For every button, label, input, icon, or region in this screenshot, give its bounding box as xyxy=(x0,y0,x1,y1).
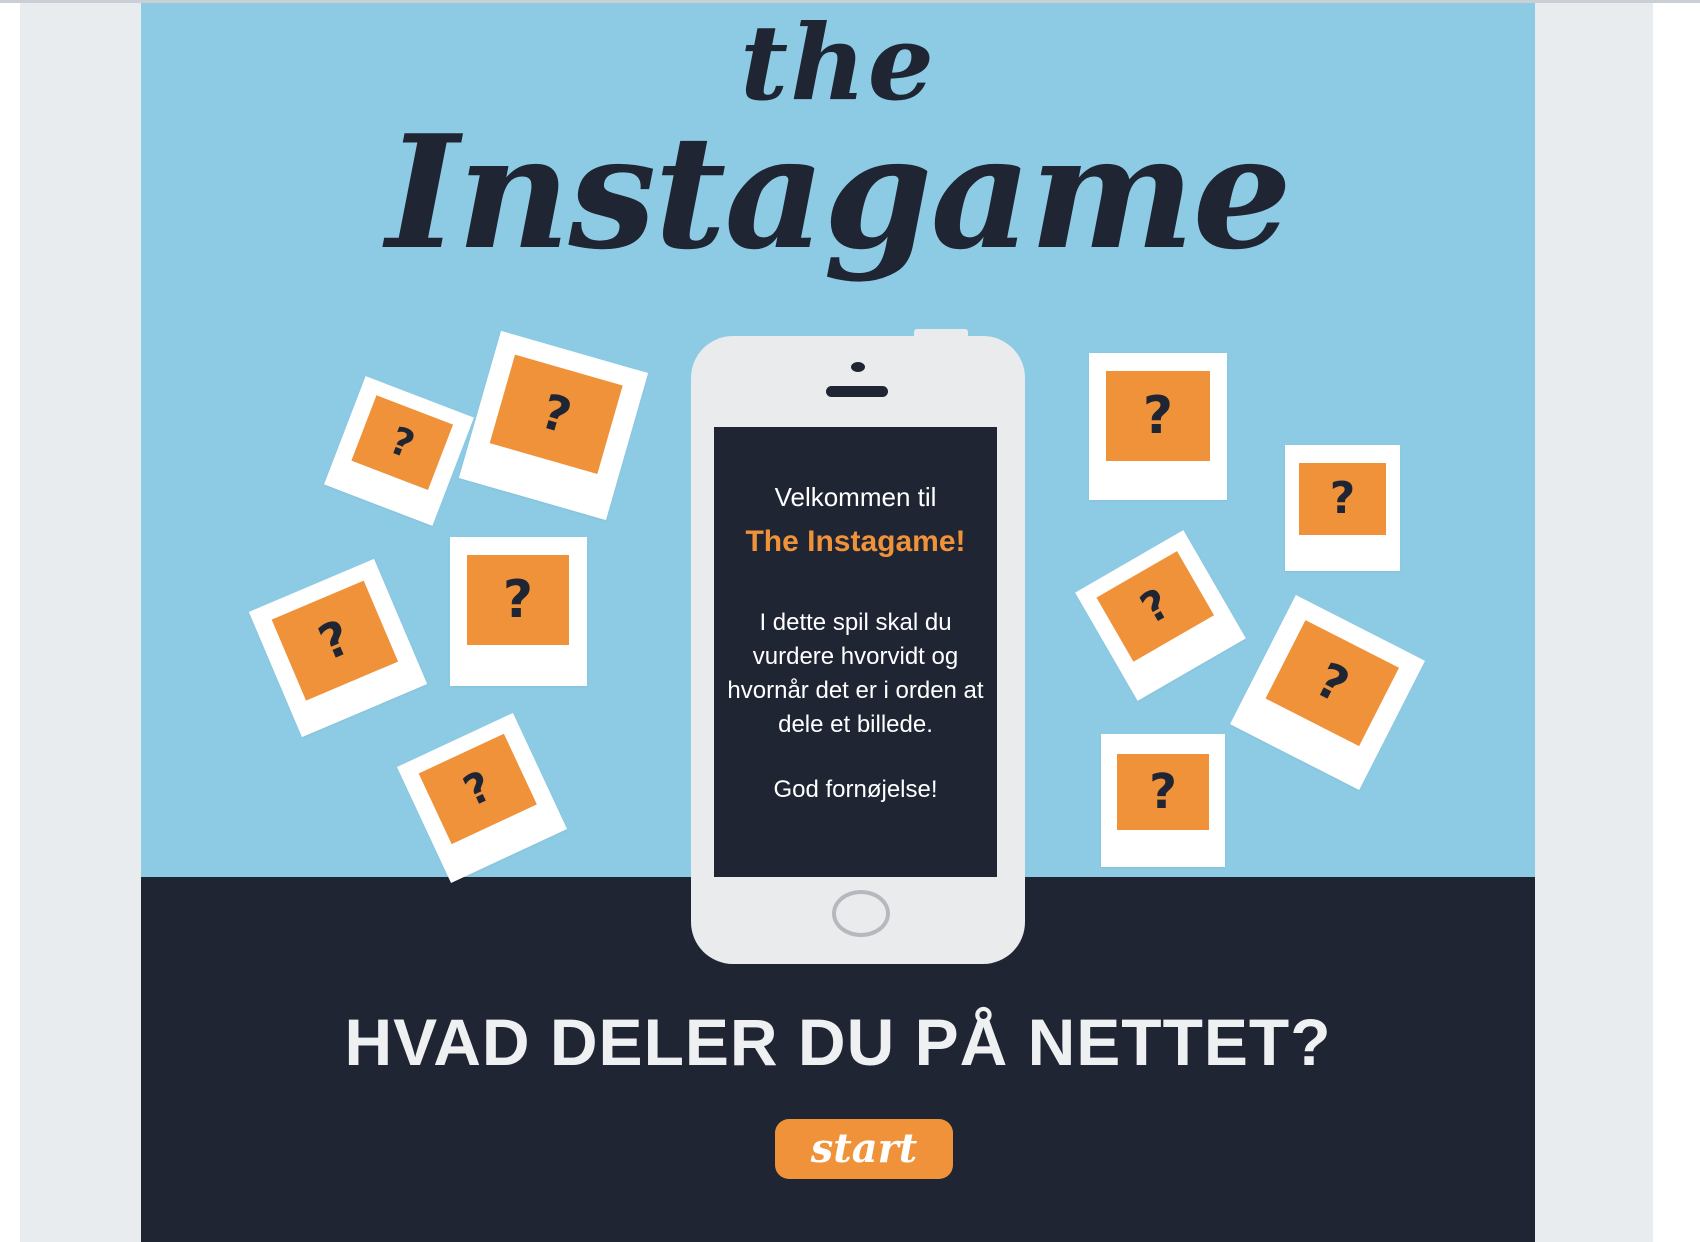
phone-camera xyxy=(851,362,865,372)
question-mark-icon: ? xyxy=(502,570,534,630)
game-stage: the Instagame ? ? ? ? ? ? ? ? ? ? Velkom… xyxy=(141,3,1535,1242)
question-mark-icon: ? xyxy=(1329,473,1356,524)
phone-home-button xyxy=(832,890,890,937)
question-mark-icon: ? xyxy=(535,383,578,446)
polaroid-card: ? xyxy=(1089,353,1227,500)
question-mark-icon: ? xyxy=(1132,578,1178,634)
phone-device: Velkommen til The Instagame! I dette spi… xyxy=(691,336,1025,964)
game-name-text: The Instagame! xyxy=(745,525,966,558)
start-button[interactable]: start xyxy=(775,1119,953,1179)
phone-screen: Velkommen til The Instagame! I dette spi… xyxy=(714,427,997,877)
question-mark-icon: ? xyxy=(456,761,499,816)
logo-the-text: the xyxy=(740,3,936,124)
question-mark-icon: ? xyxy=(384,418,421,468)
question-mark-icon: ? xyxy=(1142,386,1174,446)
polaroid-card: ? xyxy=(450,537,587,686)
game-page: the Instagame ? ? ? ? ? ? ? ? ? ? Velkom… xyxy=(0,0,1700,1242)
goodbye-text: God fornøjelse! xyxy=(773,776,938,803)
welcome-text: Velkommen til xyxy=(774,482,937,512)
question-mark-icon: ? xyxy=(1149,764,1177,820)
intro-text: I dette spil skal du vurdere hvorvidt og… xyxy=(727,609,984,738)
logo-title-text: Instagame xyxy=(386,101,1292,284)
right-gutter xyxy=(1535,3,1653,1242)
left-gutter xyxy=(20,3,141,1242)
question-mark-icon: ? xyxy=(1307,651,1358,715)
question-mark-icon: ? xyxy=(311,609,359,672)
phone-speaker xyxy=(826,386,888,397)
polaroid-card: ? xyxy=(1101,734,1225,867)
polaroid-card: ? xyxy=(1285,445,1400,571)
headline: HVAD DELER DU PÅ NETTET? xyxy=(344,1005,1332,1079)
